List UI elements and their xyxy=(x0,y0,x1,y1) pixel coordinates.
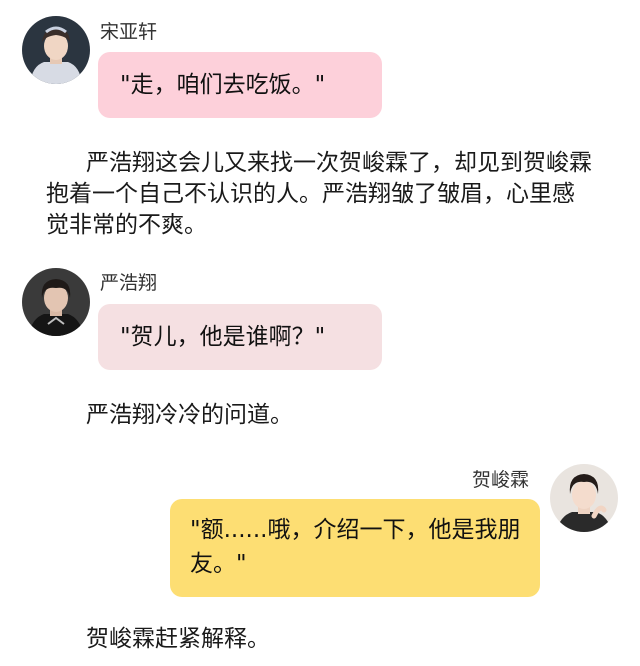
narration-text: 严浩翔冷冷的问道。 xyxy=(86,402,293,428)
avatar-songyaxuan xyxy=(22,16,90,84)
avatar-yanhaoxiang xyxy=(22,268,90,336)
message-bubble: "走，咱们去吃饭。" xyxy=(98,52,382,118)
sender-name: 宋亚轩 xyxy=(100,21,158,43)
message-bubble: "贺儿，他是谁啊？" xyxy=(98,304,382,370)
sender-name: 严浩翔 xyxy=(100,272,158,294)
avatar-icon xyxy=(22,16,90,84)
avatar-icon xyxy=(22,268,90,336)
narration-text: 贺峻霖赶紧解释。 xyxy=(86,626,270,652)
narration-text: 严浩翔这会儿又来找一次贺峻霖了，却见到贺峻霖抱着一个自己不认识的人。严浩翔皱了皱… xyxy=(46,150,592,238)
avatar-hejunlin xyxy=(550,464,618,532)
avatar-icon xyxy=(550,464,618,532)
sender-name: 贺峻霖 xyxy=(472,469,530,491)
message-bubble: "额......哦，介绍一下，他是我朋友。" xyxy=(170,499,540,597)
